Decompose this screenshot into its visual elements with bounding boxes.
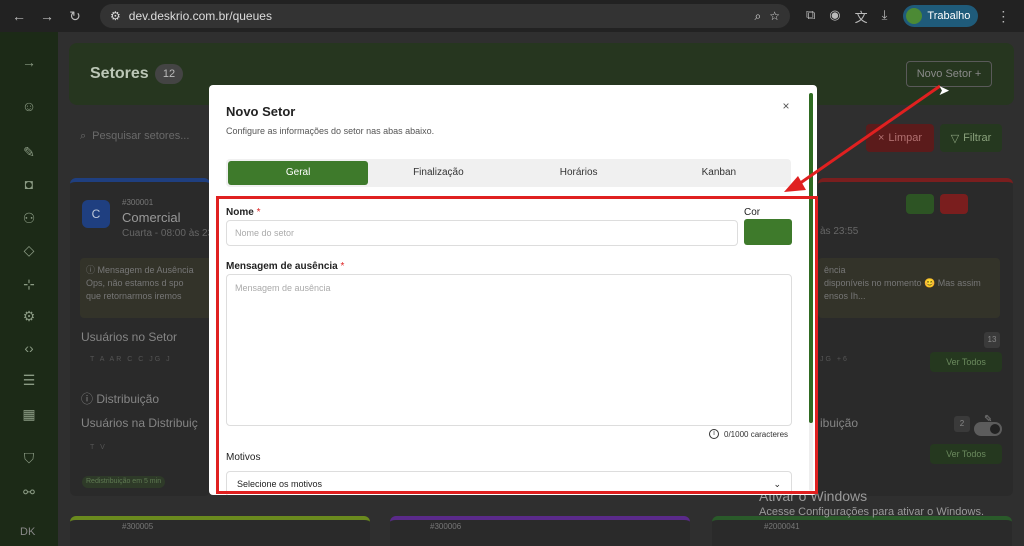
translate-icon[interactable]: 文 <box>855 7 868 26</box>
users-count-badge: 13 <box>984 332 1000 348</box>
clear-label: Limpar <box>888 132 923 144</box>
sector-card-comercial: C #300001 Comercial Cuarta - 08:00 às 23… <box>70 178 216 496</box>
user-initials: JG +6 <box>820 356 849 363</box>
settings-icon[interactable]: ⚙ <box>20 308 38 326</box>
close-icon: × <box>877 132 885 144</box>
absence-message-line: que retornarmos iremos <box>86 291 182 301</box>
tab-finalizacao[interactable]: Finalização <box>368 161 508 185</box>
edit-icon[interactable]: ✎ <box>20 144 38 162</box>
see-all-button[interactable]: Ver Todos <box>930 352 1002 372</box>
user-initials: T A AR C C JG J <box>90 356 172 363</box>
modal-title: Novo Setor <box>226 104 296 119</box>
profile-avatar <box>906 8 923 24</box>
see-all-button[interactable]: Ver Todos <box>930 444 1002 464</box>
site-settings-icon[interactable]: ⚙ <box>110 9 121 23</box>
absence-message-box: ência disponíveis no momento 😊 Mas assim… <box>818 258 1000 318</box>
close-icon[interactable]: × <box>779 99 793 113</box>
sector-card-bottom: #300005 <box>70 516 370 546</box>
modal-subtitle: Configure as informações do setor nas ab… <box>226 126 435 136</box>
plus-icon: + <box>971 68 982 80</box>
download-icon[interactable]: ⤓ <box>882 7 888 26</box>
bookmark-star-icon[interactable]: ☆ <box>769 9 780 23</box>
absence-message-title: Mensagem de Ausência <box>97 265 194 275</box>
menu-kebab-icon[interactable]: ⋮ <box>992 8 1014 25</box>
bot-icon[interactable]: ◘ <box>20 176 38 194</box>
users-in-sector-label: Usuários no Setor <box>81 330 178 344</box>
sidebar-footer-label: DK <box>20 526 36 538</box>
windows-watermark-subtitle: Acesse Configurações para ativar o Windo… <box>759 506 984 518</box>
sector-name: Comercial <box>122 210 181 225</box>
shield-icon[interactable]: ⛉ <box>20 450 38 468</box>
count-badge: 12 <box>155 64 183 84</box>
sector-code: #300006 <box>430 522 462 531</box>
distribution-users-label: Usuários na Distribuiç <box>81 416 198 430</box>
profile-label: Trabalho <box>927 10 971 22</box>
zoom-icon[interactable]: ⌕ <box>755 9 762 24</box>
integration-icon[interactable]: ⚯ <box>20 484 38 502</box>
distribution-label-text: Distribuição <box>96 392 160 406</box>
sector-code: #2000041 <box>764 522 800 531</box>
url-text: dev.deskrio.com.br/queues <box>128 9 272 23</box>
absence-message-line: ensos Ih... <box>824 291 866 301</box>
modal-tabs: Geral Finalização Horários Kanban <box>226 159 791 187</box>
sector-code: #300005 <box>122 522 154 531</box>
users-icon[interactable]: ☺ <box>20 98 38 116</box>
profile-button[interactable]: Trabalho <box>903 5 979 27</box>
code-icon[interactable]: ‹› <box>20 340 38 358</box>
sector-card-bottom: #300006 <box>390 516 690 546</box>
sector-card-right: às 23:55 ência disponíveis no momento 😊 … <box>818 178 1013 496</box>
back-icon[interactable]: ← <box>8 8 30 24</box>
info-icon: ⓘ <box>81 392 97 406</box>
sector-card-bottom: #2000041 <box>712 516 1012 546</box>
annotation-highlight-box <box>216 196 818 494</box>
edit-button[interactable] <box>906 194 934 214</box>
extensions-icon[interactable]: ⧉ <box>806 7 815 26</box>
address-bar[interactable]: ⚙ dev.deskrio.com.br/queues ⌕ ☆ <box>100 4 790 28</box>
sector-hours: às 23:55 <box>820 226 859 237</box>
distribution-count-badge: 2 <box>954 416 970 432</box>
filter-button[interactable]: ▽ Filtrar <box>940 124 1002 152</box>
distribution-initials: T V <box>90 444 107 451</box>
absence-message-line: disponíveis no momento 😊 Mas assim <box>824 278 981 288</box>
mouse-cursor-icon: ➤ <box>938 82 950 98</box>
distribution-label: ⓘ Distribuição <box>81 390 159 407</box>
edit-icon[interactable]: ✎ <box>984 414 992 425</box>
flow-icon[interactable]: ⚇ <box>20 210 38 228</box>
tab-geral[interactable]: Geral <box>228 161 369 185</box>
tab-kanban[interactable]: Kanban <box>649 161 789 185</box>
absence-message-box: ⓘ Mensagem de Ausência Ops, não estamos … <box>80 258 216 318</box>
distribution-label: ibuição <box>820 416 859 430</box>
forward-icon[interactable]: → <box>36 8 58 24</box>
page-title: Setores <box>90 65 149 82</box>
delete-button[interactable] <box>940 194 968 214</box>
filter-icon: ▽ <box>950 132 960 145</box>
tag-icon[interactable]: ◇ <box>20 242 38 260</box>
grid-icon[interactable]: ▦ <box>20 406 38 424</box>
reload-icon[interactable]: ↻ <box>64 8 86 25</box>
network-icon[interactable]: ⊹ <box>20 276 38 294</box>
info-icon: ⓘ <box>86 265 98 275</box>
clear-button[interactable]: × Limpar <box>866 124 934 152</box>
sector-hours: Cuarta - 08:00 às 23 <box>122 228 214 239</box>
browser-toolbar: ← → ↻ ⚙ dev.deskrio.com.br/queues ⌕ ☆ ⧉ … <box>0 0 1024 32</box>
sidebar: → ☺ ✎ ◘ ⚇ ◇ ⊹ ⚙ ‹› ☰ ▦ ⛉ ⚯ DK <box>0 32 58 546</box>
search-icon: ⌕ <box>80 129 87 142</box>
absence-message-title: ência <box>824 265 846 275</box>
document-icon[interactable]: ☰ <box>20 372 38 390</box>
sector-code: #300001 <box>122 198 154 207</box>
absence-message-line: Ops, não estamos d spo <box>86 278 184 288</box>
filter-label: Filtrar <box>963 132 992 144</box>
search-input[interactable]: ⌕ Pesquisar setores... <box>80 124 220 148</box>
incognito-icon[interactable]: ◉ <box>829 7 840 26</box>
sector-avatar: C <box>82 200 110 228</box>
collapse-arrow-icon[interactable]: → <box>20 54 38 72</box>
tab-horarios[interactable]: Horários <box>509 161 649 185</box>
search-placeholder: Pesquisar setores... <box>92 130 190 142</box>
redistribution-badge: Redistribuição em 5 min <box>82 476 166 488</box>
new-sector-label: Novo Setor <box>916 68 972 80</box>
